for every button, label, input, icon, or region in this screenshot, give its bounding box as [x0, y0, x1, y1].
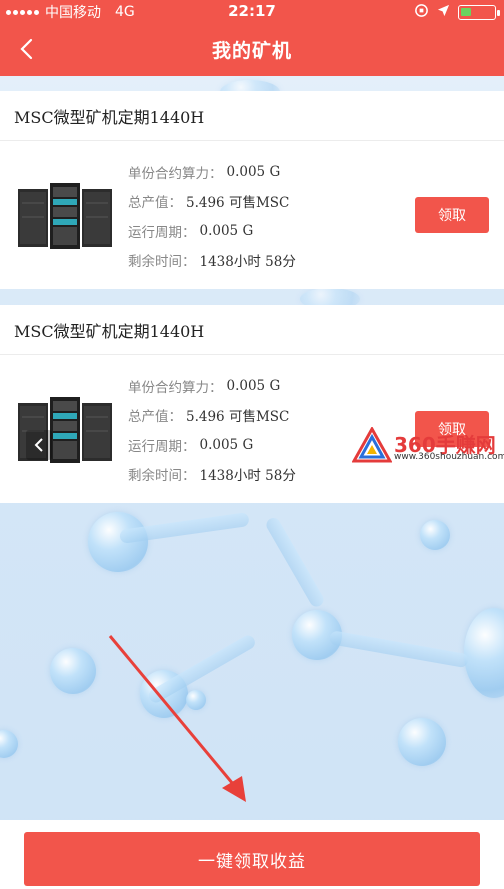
server-rack-icon: [18, 183, 112, 249]
miner-name: MSC微型矿机定期1440H: [0, 91, 504, 141]
battery-icon: [458, 5, 500, 20]
nav-bar: 我的矿机: [0, 22, 504, 76]
miner-card: MSC微型矿机定期1440H 单份合约算力： 0.005 G 总产值： 5.49…: [0, 91, 504, 289]
claim-all-button[interactable]: 一键领取收益: [24, 832, 480, 886]
prev-arrow-button[interactable]: [26, 430, 52, 460]
location-icon: [437, 4, 450, 21]
annotation-arrow-icon: [108, 635, 246, 802]
chevron-left-icon: [34, 438, 43, 452]
claim-button[interactable]: 领取: [415, 197, 489, 233]
watermark-url: www.360shouzhuan.com: [394, 452, 504, 462]
spec-hashrate: 单份合约算力： 0.005 G: [128, 163, 281, 182]
triangle-logo-icon: [352, 427, 392, 463]
spec-output: 总产值： 5.496 可售MSC: [128, 195, 290, 212]
page-title: 我的矿机: [211, 40, 292, 62]
spec-remaining: 剩余时间： 1438小时 58分: [128, 468, 296, 485]
status-bar: 中国移动 4G 22:17: [0, 0, 504, 22]
spec-output: 总产值： 5.496 可售MSC: [128, 409, 290, 426]
watermark-logo: 360手赚网 www.360shouzhuan.com: [350, 425, 504, 465]
miner-name: MSC微型矿机定期1440H: [0, 305, 504, 355]
miner-card: MSC微型矿机定期1440H 单份合约算力： 0.005 G 总产值： 5.49…: [0, 305, 504, 503]
bottom-bar: 一键领取收益: [0, 820, 504, 889]
orientation-lock-icon: [414, 3, 429, 22]
spec-hashrate: 单份合约算力： 0.005 G: [128, 377, 281, 396]
spec-period: 运行周期： 0.005 G: [128, 222, 254, 241]
spec-remaining: 剩余时间： 1438小时 58分: [128, 254, 296, 271]
spec-period: 运行周期： 0.005 G: [128, 436, 254, 455]
